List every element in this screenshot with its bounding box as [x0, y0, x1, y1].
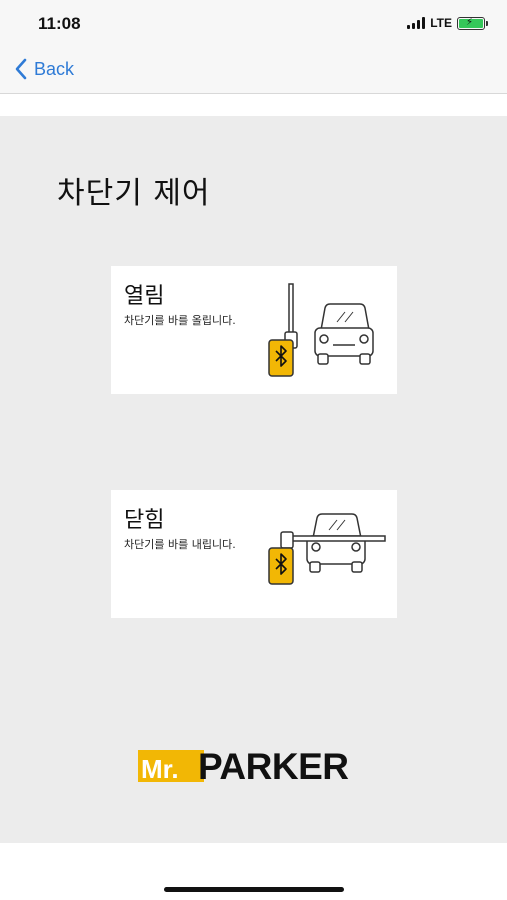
close-card-description: 차단기를 바를 내립니다. [124, 538, 236, 551]
car-icon [306, 513, 366, 573]
close-card-title: 닫힘 [124, 508, 165, 533]
logo-prefix: Mr. [141, 754, 179, 784]
nav-bar: Back [0, 48, 507, 94]
barrier-gate-icon [284, 283, 298, 349]
barrier-open-illustration [268, 283, 374, 377]
main-content: 차단기 제어 열림 차단기를 바를 올립니다. 닫힘 차단기를 바를 내립니다.… [0, 116, 507, 843]
logo-name: PARKER [198, 748, 349, 784]
bluetooth-icon [268, 339, 294, 377]
open-card-title: 열림 [124, 284, 165, 309]
chevron-left-icon [15, 58, 27, 80]
network-type: LTE [430, 16, 452, 30]
status-time: 11:08 [38, 14, 81, 33]
back-button[interactable]: Back [14, 58, 74, 80]
status-indicators: LTE ⚡ [407, 16, 488, 30]
home-area [0, 843, 507, 900]
open-gate-button[interactable]: 열림 차단기를 바를 올립니다. [111, 266, 397, 394]
back-label: Back [34, 58, 75, 79]
car-icon [314, 303, 374, 365]
barrier-closed-illustration [268, 513, 386, 585]
home-indicator[interactable] [164, 887, 344, 892]
page-title: 차단기 제어 [57, 176, 211, 211]
logo-image: Mr. PARKER [138, 748, 349, 784]
signal-icon [407, 17, 426, 29]
open-card-description: 차단기를 바를 올립니다. [124, 314, 236, 327]
battery-icon: ⚡ [457, 16, 488, 30]
bluetooth-icon [268, 547, 294, 585]
status-bar: 11:08 LTE ⚡ [0, 0, 507, 48]
mr-parker-logo: Mr. PARKER [138, 748, 370, 784]
close-gate-button[interactable]: 닫힘 차단기를 바를 내립니다. [111, 490, 397, 618]
